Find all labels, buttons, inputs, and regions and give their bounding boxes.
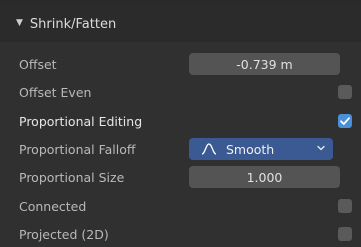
- panel-title: Shrink/Fatten: [29, 16, 117, 32]
- offset-even-checkbox[interactable]: [338, 85, 352, 99]
- offset-field[interactable]: -0.739 m: [189, 53, 340, 75]
- smooth-falloff-icon: [201, 143, 217, 155]
- projected-label: Projected (2D): [19, 226, 109, 242]
- redo-panel: ▼ Shrink/Fatten Offset -0.739 m Offset E…: [0, 0, 361, 247]
- connected-checkbox[interactable]: [338, 199, 352, 213]
- connected-label: Connected: [19, 198, 87, 214]
- proportional-editing-label: Proportional Editing: [19, 113, 143, 129]
- checkmark-icon: [340, 117, 350, 125]
- connected-row: Connected: [0, 192, 361, 220]
- proportional-size-row: Proportional Size 1.000: [0, 163, 361, 191]
- offset-even-row: Offset Even: [0, 78, 361, 106]
- proportional-falloff-row: Proportional Falloff Smooth: [0, 135, 361, 163]
- offset-label: Offset: [19, 56, 57, 72]
- proportional-falloff-value: Smooth: [226, 141, 275, 157]
- projected-checkbox[interactable]: [338, 227, 352, 241]
- proportional-falloff-dropdown[interactable]: Smooth: [189, 138, 333, 160]
- panel-header[interactable]: ▼ Shrink/Fatten: [0, 6, 361, 42]
- proportional-size-label: Proportional Size: [19, 169, 125, 185]
- proportional-editing-checkbox[interactable]: [338, 114, 352, 128]
- collapse-triangle-icon[interactable]: ▼: [16, 18, 23, 28]
- offset-row: Offset -0.739 m: [0, 50, 361, 78]
- proportional-falloff-label: Proportional Falloff: [19, 141, 136, 157]
- chevron-down-icon: [317, 145, 325, 151]
- proportional-editing-row: Proportional Editing: [0, 107, 361, 135]
- projected-row: Projected (2D): [0, 220, 361, 247]
- proportional-size-field[interactable]: 1.000: [189, 166, 340, 188]
- offset-even-label: Offset Even: [19, 84, 92, 100]
